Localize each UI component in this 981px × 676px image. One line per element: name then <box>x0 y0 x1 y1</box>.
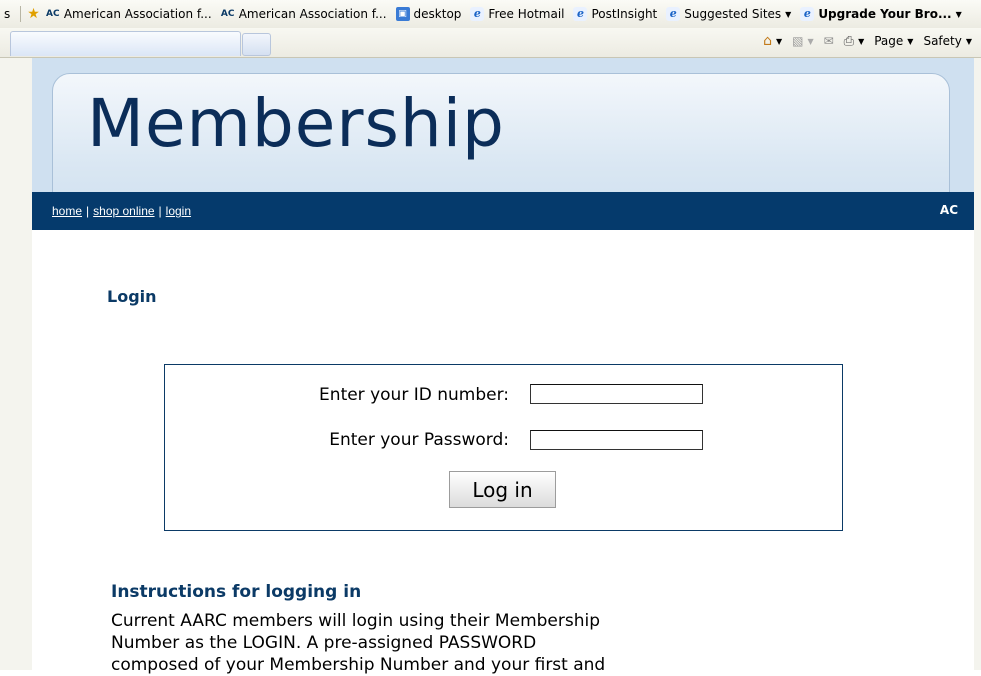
safety-menu-button[interactable]: Safety ▼ <box>923 34 972 48</box>
nav-separator: | <box>158 204 162 218</box>
ie-page-icon: e <box>573 7 588 21</box>
dropdown-arrow-icon: ▼ <box>775 36 783 46</box>
site-nav-links: home | shop online | login <box>52 204 191 218</box>
id-number-input[interactable] <box>530 384 703 404</box>
favorite-label: Free Hotmail <box>488 7 565 21</box>
dropdown-arrow-icon: ▼ <box>907 36 914 46</box>
login-form: Enter your ID number: Enter your Passwor… <box>164 364 843 531</box>
favorites-separator <box>20 6 22 22</box>
favorite-link-desktop[interactable]: ▣ desktop <box>395 7 462 21</box>
site-page: Membership home | shop online | login AC Log… <box>32 58 974 675</box>
printer-icon: ⎙ <box>843 33 855 49</box>
favorite-link-aarc-1[interactable]: AC American Association f... <box>46 7 212 21</box>
command-bar: ⌂ ▼ ▧ ▼ ✉ ⎙ ▼ Page ▼ Safety ▼ <box>0 28 981 58</box>
print-button[interactable]: ⎙ ▼ <box>844 34 865 49</box>
browser-content-area: Membership home | shop online | login AC Log… <box>0 58 981 675</box>
ie-page-icon: e <box>800 7 815 21</box>
favorites-cut-label: s <box>4 7 11 21</box>
favorite-link-upgrade-browser[interactable]: e Upgrade Your Bro... ▼ <box>800 7 962 21</box>
aarc-logo-icon: AC <box>220 9 235 19</box>
rss-feed-icon: ▧ <box>792 34 804 48</box>
dropdown-arrow-icon: ▼ <box>858 36 865 46</box>
nav-link-login[interactable]: login <box>166 204 191 218</box>
password-label: Enter your Password: <box>329 430 509 450</box>
dropdown-arrow-icon: ▼ <box>785 9 792 19</box>
ie-page-icon: e <box>470 7 485 21</box>
scrollbar-track[interactable] <box>975 58 981 670</box>
favorites-bar: s ★ AC American Association f... AC Amer… <box>0 0 981 28</box>
id-number-label: Enter your ID number: <box>319 385 509 405</box>
aarc-logo-icon: AC <box>939 203 958 217</box>
aarc-logo-icon: AC <box>46 9 60 19</box>
nav-link-home[interactable]: home <box>52 204 82 218</box>
browser-tab[interactable] <box>10 31 241 56</box>
favorite-label: Upgrade Your Bro... <box>818 7 952 21</box>
nav-link-shop-online[interactable]: shop online <box>93 204 154 218</box>
dropdown-arrow-icon: ▼ <box>807 36 814 46</box>
instructions-text: Current AARC members will login using th… <box>111 611 606 675</box>
home-icon: ⌂ <box>763 33 772 49</box>
safety-menu-label: Safety <box>923 34 962 48</box>
mail-icon: ✉ <box>823 34 834 48</box>
ie-page-icon: e <box>666 7 681 21</box>
site-navbar: home | shop online | login AC <box>32 192 974 230</box>
feeds-button[interactable]: ▧ ▼ <box>792 34 814 48</box>
site-header: Membership <box>32 58 974 213</box>
log-in-button[interactable]: Log in <box>449 471 556 508</box>
favorite-link-suggested-sites[interactable]: e Suggested Sites ▼ <box>666 7 791 21</box>
favorite-label: PostInsight <box>591 7 658 21</box>
favorite-link-postinsight[interactable]: e PostInsight <box>573 7 657 21</box>
new-tab-button[interactable] <box>242 33 271 56</box>
favorite-label: desktop <box>413 7 462 21</box>
password-input[interactable] <box>530 430 703 450</box>
add-favorites-star-icon[interactable]: ★ <box>27 6 40 22</box>
favorite-label: Suggested Sites <box>684 7 782 21</box>
home-button[interactable]: ⌂ ▼ <box>763 33 782 49</box>
dropdown-arrow-icon: ▼ <box>955 9 962 19</box>
favorite-link-hotmail[interactable]: e Free Hotmail <box>470 7 564 21</box>
desktop-icon: ▣ <box>395 7 410 21</box>
nav-separator: | <box>86 204 90 218</box>
favorite-label: American Association f... <box>238 7 387 21</box>
dropdown-arrow-icon: ▼ <box>965 36 972 46</box>
favorite-label: American Association f... <box>63 7 212 21</box>
page-menu-label: Page <box>874 34 904 48</box>
favorite-link-aarc-2[interactable]: AC American Association f... <box>221 7 387 21</box>
instructions-heading: Instructions for logging in <box>111 582 362 602</box>
command-buttons: ⌂ ▼ ▧ ▼ ✉ ⎙ ▼ Page ▼ Safety ▼ <box>753 33 972 49</box>
read-mail-button[interactable]: ✉ <box>824 34 834 48</box>
site-title: Membership <box>87 85 505 162</box>
page-menu-button[interactable]: Page ▼ <box>874 34 913 48</box>
login-heading: Login <box>107 287 157 306</box>
